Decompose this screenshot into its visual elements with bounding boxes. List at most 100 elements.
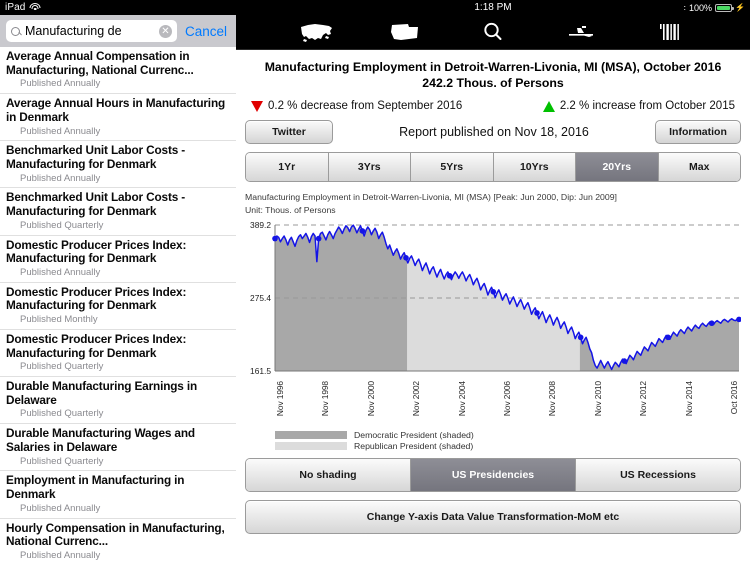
range-tab-group[interactable]: 1Yr 3Yrs 5Yrs 10Yrs 20Yrs Max	[245, 152, 741, 183]
clear-icon[interactable]: ✕	[158, 24, 172, 38]
x-tick-label: Nov 1996	[275, 381, 285, 417]
search-results-list[interactable]: Average Annual Compensation in Manufactu…	[0, 47, 236, 563]
shading-tab-us-presidencies[interactable]: US Presidencies	[411, 459, 576, 492]
list-item-title: Employment in Manufacturing in Denmark	[6, 473, 185, 502]
charging-bolt-icon: ⚡	[735, 3, 745, 12]
search-input-value: Manufacturing de	[25, 24, 122, 38]
list-item[interactable]: Average Annual Hours in Manufacturing in…	[0, 94, 236, 142]
x-tick-label: Nov 2008	[547, 381, 558, 417]
search-icon	[11, 26, 20, 36]
list-item[interactable]: Durable Manufacturing Earnings in Delawa…	[0, 377, 236, 425]
wifi-icon	[29, 3, 41, 12]
chart-point	[621, 358, 628, 364]
chart-point	[708, 320, 715, 327]
device-label: iPad	[5, 2, 26, 13]
legend-item: Democratic President (shaded)	[275, 429, 741, 440]
list-item-subtitle: Published Quarterly	[20, 219, 104, 231]
clock: 1:18 PM	[474, 2, 512, 13]
list-item[interactable]: Domestic Producer Prices Index: Manufact…	[0, 236, 236, 283]
cancel-button[interactable]: Cancel	[182, 24, 230, 39]
legend-item: Republican President (shaded)	[275, 440, 741, 451]
airplane-icon[interactable]	[562, 19, 600, 45]
list-item-title: Domestic Producer Prices Index: Manufact…	[6, 237, 187, 266]
list-item[interactable]: Employment in Manufacturing in Denmark Pu…	[0, 471, 236, 519]
range-tab-1yr[interactable]: 1Yr	[246, 153, 329, 182]
range-tab-max[interactable]: Max	[658, 153, 740, 182]
app-screen: iPad Manufacturing de ✕ Cancel Average A…	[0, 0, 750, 563]
bluetooth-icon: ꞉	[683, 2, 686, 13]
list-item-subtitle: Published Quarterly	[20, 408, 104, 420]
report-title: Manufacturing Employment in Detroit-Warr…	[245, 59, 741, 91]
list-item[interactable]: Hourly Compensation in Manufacturing, Na…	[0, 519, 236, 563]
x-tick-label: Nov 2002	[411, 381, 422, 417]
range-tab-10yrs[interactable]: 10Yrs	[493, 153, 576, 182]
chart-block: Manufacturing Employment in Detroit-Warr…	[245, 191, 741, 451]
list-item-title: Domestic Producer Prices Index: Manufact…	[6, 284, 187, 313]
battery-percent: 100%	[689, 2, 713, 13]
list-item-title: Benchmarked Unit Labor Costs - Manufactu…	[6, 190, 186, 219]
information-button[interactable]: Information	[655, 120, 741, 145]
x-tick-label: Nov 2010	[592, 381, 603, 417]
status-right-group: ꞉ 100% ⚡	[683, 0, 745, 15]
list-item-title: Durable Manufacturing Wages and Salaries…	[6, 426, 195, 454]
y-tick-label: 389.2	[250, 220, 271, 230]
x-tick-label: Nov 2006	[502, 381, 512, 417]
report-content: Manufacturing Employment in Detroit-Warr…	[236, 50, 750, 563]
delta-year-label: 2.2 % increase from October 2015	[559, 100, 735, 113]
list-item-subtitle: Published Annually	[20, 266, 101, 278]
list-item-subtitle: Published Quarterly	[20, 361, 104, 373]
list-item-title: Durable Manufacturing Earnings in Delawa…	[6, 379, 198, 407]
legend-label: Democratic President (shaded)	[354, 429, 474, 440]
list-item[interactable]: Domestic Producer Prices Index: Manufact…	[0, 283, 236, 330]
chart-point	[490, 289, 497, 295]
barcode-icon[interactable]	[651, 19, 689, 45]
list-item-subtitle: Published Quarterly	[20, 455, 104, 467]
list-item[interactable]: Durable Manufacturing Wages and Salaries…	[0, 424, 236, 472]
delta-month: 0.2 % decrease from September 2016	[251, 100, 462, 112]
delta-year: 2.2 % increase from October 2015	[542, 100, 735, 113]
chart-point	[359, 228, 366, 234]
shading-tab-no-shading[interactable]: No shading	[246, 459, 411, 492]
list-item[interactable]: Average Annual Compensation in Manufactu…	[0, 47, 236, 95]
status-bar-left: iPad	[0, 0, 236, 15]
state-map-icon[interactable]	[386, 19, 424, 45]
shading-tab-group[interactable]: No shading US Presidencies US Recessions	[245, 458, 741, 493]
chart-x-axis: Nov 1996 Nov 1998 Nov 2000 Nov 2002 Nov 2004…	[275, 379, 741, 427]
list-item[interactable]: Benchmarked Unit Labor Costs - Manufactu…	[0, 141, 236, 189]
chart-point	[446, 273, 453, 279]
range-tab-5yrs[interactable]: 5Yrs	[411, 153, 494, 182]
list-item-subtitle: Published Monthly	[20, 314, 98, 326]
list-item-title: Hourly Compensation in Manufacturing, Na…	[6, 520, 225, 549]
range-tab-20yrs[interactable]: 20Yrs	[576, 153, 659, 182]
usa-map-icon[interactable]	[297, 19, 335, 45]
legend-label: Republican President (shaded)	[354, 440, 474, 451]
toolbar-row: Twitter Report published on Nov 18, 2016…	[245, 120, 741, 145]
chart-point	[577, 334, 584, 341]
x-tick-label: Nov 2014	[683, 381, 694, 417]
delta-month-label: 0.2 % decrease from September 2016	[268, 100, 463, 113]
legend-swatch	[275, 430, 347, 439]
main-navbar	[236, 15, 750, 50]
y-tick-label: 161.5	[250, 366, 271, 376]
shading-tab-us-recessions[interactable]: US Recessions	[576, 459, 740, 492]
list-item[interactable]: Domestic Producer Prices Index: Manufact…	[0, 330, 236, 378]
chart-point	[534, 310, 540, 316]
bottom-controls: No shading US Presidencies US Recessions C…	[245, 458, 741, 535]
list-item-title: Average Annual Hours in Manufacturing in…	[6, 96, 226, 124]
search-icon[interactable]	[474, 19, 512, 45]
battery-icon	[715, 3, 734, 12]
list-item-subtitle: Published Annually	[20, 125, 101, 137]
search-input[interactable]: Manufacturing de ✕	[6, 20, 177, 42]
chart-caption-title: Manufacturing Employment in Detroit-Warr…	[245, 192, 617, 203]
range-tab-3yrs[interactable]: 3Yrs	[328, 153, 411, 182]
list-item-subtitle: Published Annually	[20, 78, 101, 90]
list-item-title: Average Annual Compensation in Manufactu…	[6, 49, 194, 77]
chart-point	[315, 235, 322, 242]
list-item[interactable]: Benchmarked Unit Labor Costs - Manufactu…	[0, 188, 236, 236]
transform-button[interactable]: Change Y-axis Data Value Transformation-…	[245, 500, 741, 535]
report-title-line1: Manufacturing Employment in Detroit-Warr…	[264, 60, 722, 74]
arrow-up-icon	[542, 100, 555, 112]
chart-point	[272, 235, 278, 242]
twitter-button[interactable]: Twitter	[245, 120, 333, 145]
chart-legend: Democratic President (shaded) Republican …	[275, 429, 741, 451]
